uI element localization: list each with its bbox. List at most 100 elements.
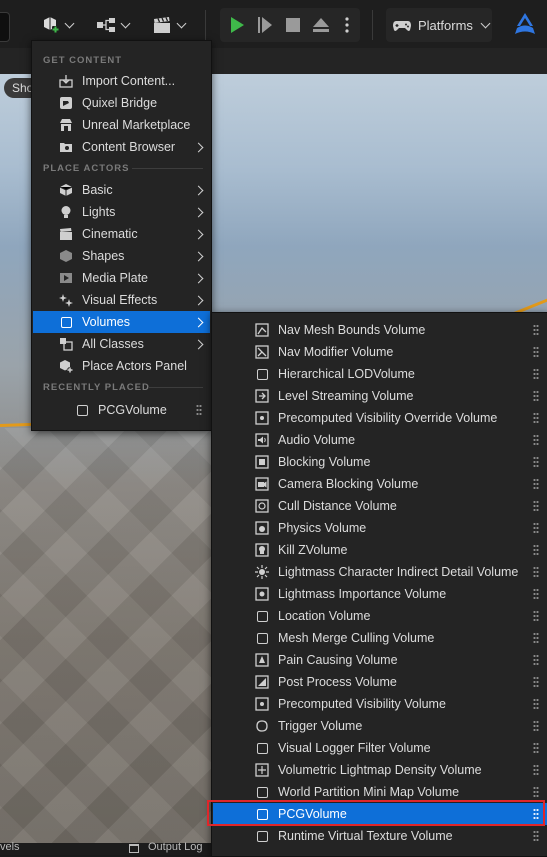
drag-handle-icon[interactable] — [533, 434, 539, 446]
all-classes-item[interactable]: All Classes — [33, 333, 210, 355]
play-options-button[interactable] — [338, 10, 356, 40]
lightmass-importance-volume-item[interactable]: Lightmass Importance Volume — [213, 583, 547, 605]
drag-handle-icon[interactable] — [533, 478, 539, 490]
quixel-bridge-item[interactable]: Quixel Bridge — [33, 92, 210, 114]
content-browser-item[interactable]: Content Browser — [33, 136, 210, 158]
eject-button[interactable] — [308, 10, 334, 40]
drag-handle-icon[interactable] — [533, 500, 539, 512]
menu-item-label: Post Process Volume — [278, 675, 397, 689]
trigger-volume-item[interactable]: Trigger Volume — [213, 715, 547, 737]
drag-handle-icon[interactable] — [533, 676, 539, 688]
audio-volume-item[interactable]: Audio Volume — [213, 429, 547, 451]
step-button[interactable] — [252, 10, 278, 40]
drag-handle-icon[interactable] — [533, 632, 539, 644]
drag-handle-icon[interactable] — [533, 522, 539, 534]
drag-handle-icon[interactable] — [533, 566, 539, 578]
place-actors-panel-label: Place Actors Panel — [82, 359, 187, 373]
nav-modifier-volume-item[interactable]: Nav Modifier Volume — [213, 341, 547, 363]
import-content-item[interactable]: Import Content... — [33, 70, 210, 92]
camera-blocking-icon — [255, 477, 269, 491]
chevron-right-icon — [193, 251, 204, 261]
lights-item[interactable]: Lights — [33, 201, 210, 223]
drag-handle-icon[interactable] — [533, 544, 539, 556]
drag-handle-icon[interactable] — [533, 764, 539, 776]
basic-label: Basic — [82, 183, 113, 197]
shapes-item[interactable]: Shapes — [33, 245, 210, 267]
precomputed-visibility-volume-item[interactable]: Precomputed Visibility Volume — [213, 693, 547, 715]
volume-icon — [255, 631, 269, 645]
camera-blocking-volume-item[interactable]: Camera Blocking Volume — [213, 473, 547, 495]
level-streaming-volume-item[interactable]: Level Streaming Volume — [213, 385, 547, 407]
clapper-icon — [153, 17, 170, 33]
content-browser-label: Content Browser — [82, 140, 176, 154]
blueprints-button[interactable] — [92, 10, 132, 40]
drag-handle-icon[interactable] — [533, 324, 539, 336]
toolbar-left-field[interactable] — [0, 12, 10, 42]
drag-handle-icon[interactable] — [533, 412, 539, 424]
content-browser-icon — [59, 140, 73, 154]
media-plate-item[interactable]: Media Plate — [33, 267, 210, 289]
add-actor-button[interactable] — [36, 10, 76, 40]
lightmass-character-indirect-detail-volume-item[interactable]: Lightmass Character Indirect Detail Volu… — [213, 561, 547, 583]
drag-handle-icon[interactable] — [533, 610, 539, 622]
drag-handle-icon[interactable] — [533, 786, 539, 798]
play-button[interactable] — [224, 10, 250, 40]
unreal-marketplace-item[interactable]: Unreal Marketplace — [33, 114, 210, 136]
drag-handle-icon[interactable] — [533, 830, 539, 842]
cinematics-button[interactable] — [148, 10, 188, 40]
volume-icon — [59, 315, 73, 329]
drag-handle-icon[interactable] — [533, 654, 539, 666]
blueprint-icon — [96, 18, 115, 32]
drag-handle-icon[interactable] — [533, 588, 539, 600]
blocking-icon — [255, 455, 269, 469]
stop-button[interactable] — [280, 10, 306, 40]
output-log-label[interactable]: Output Log — [148, 841, 202, 853]
visual-logger-filter-volume-item[interactable]: Visual Logger Filter Volume — [213, 737, 547, 759]
chevron-right-icon — [193, 317, 204, 327]
drag-handle-icon[interactable] — [533, 390, 539, 402]
drag-handle-icon[interactable] — [533, 742, 539, 754]
volumetric-lightmap-density-volume-item[interactable]: Volumetric Lightmap Density Volume — [213, 759, 547, 781]
volume-icon — [255, 367, 269, 381]
drag-handle-icon[interactable] — [533, 698, 539, 710]
import-content-label: Import Content... — [82, 74, 176, 88]
levels-tab-label[interactable]: vels — [0, 841, 20, 853]
drag-handle-icon[interactable] — [533, 346, 539, 358]
unreal-logo-button[interactable] — [510, 10, 540, 40]
add-actor-icon — [43, 17, 59, 33]
drag-handle-icon[interactable] — [533, 456, 539, 468]
post-process-volume-item[interactable]: Post Process Volume — [213, 671, 547, 693]
platforms-button[interactable]: Platforms — [386, 8, 492, 42]
precomputed-visibility-override-volume-item[interactable]: Precomputed Visibility Override Volume — [213, 407, 547, 429]
nav-mesh-bounds-volume-item[interactable]: Nav Mesh Bounds Volume — [213, 319, 547, 341]
menu-item-label: Level Streaming Volume — [278, 389, 414, 403]
location-volume-item[interactable]: Location Volume — [213, 605, 547, 627]
recent-pcgvolume-item[interactable]: PCGVolume — [33, 399, 210, 421]
volumes-item[interactable]: Volumes — [33, 311, 210, 333]
cinematic-item[interactable]: Cinematic — [33, 223, 210, 245]
drag-handle-icon[interactable] — [533, 368, 539, 380]
volume-icon — [255, 829, 269, 843]
runtime-virtual-texture-volume-item[interactable]: Runtime Virtual Texture Volume — [213, 825, 547, 847]
kill-zvolume-item[interactable]: Kill ZVolume — [213, 539, 547, 561]
pain-causing-volume-item[interactable]: Pain Causing Volume — [213, 649, 547, 671]
physics-volume-item[interactable]: Physics Volume — [213, 517, 547, 539]
visual-effects-item[interactable]: Visual Effects — [33, 289, 210, 311]
cull-distance-volume-item[interactable]: Cull Distance Volume — [213, 495, 547, 517]
media-plate-label: Media Plate — [82, 271, 149, 285]
pain-icon — [255, 653, 269, 667]
mesh-merge-culling-volume-item[interactable]: Mesh Merge Culling Volume — [213, 627, 547, 649]
volume-icon — [255, 785, 269, 799]
blocking-volume-item[interactable]: Blocking Volume — [213, 451, 547, 473]
drag-handle-icon[interactable] — [196, 404, 202, 416]
section-divider — [132, 168, 203, 169]
place-actors-panel-item[interactable]: Place Actors Panel — [33, 355, 210, 377]
drag-handle-icon[interactable] — [533, 720, 539, 732]
hierarchical-lod-volume-item[interactable]: Hierarchical LODVolume — [213, 363, 547, 385]
menu-item-label: Cull Distance Volume — [278, 499, 397, 513]
platforms-label: Platforms — [418, 17, 473, 33]
post-process-icon — [255, 675, 269, 689]
basic-item[interactable]: Basic — [33, 179, 210, 201]
kebab-menu-icon — [345, 17, 349, 33]
chevron-right-icon — [193, 229, 204, 239]
